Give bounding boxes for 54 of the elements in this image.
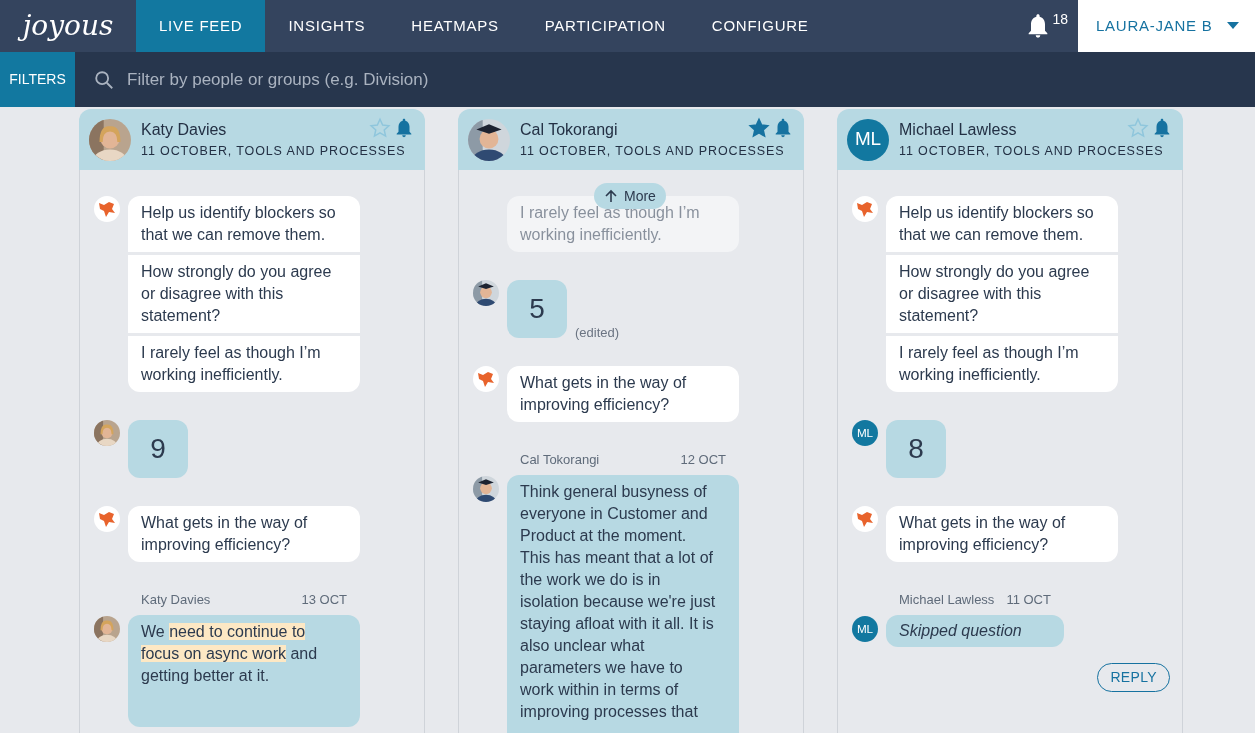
arrow-up-icon xyxy=(604,189,618,203)
avatar: ML xyxy=(847,118,889,161)
user-menu[interactable]: LAURA-JANE B xyxy=(1078,0,1255,52)
column-subtitle: 11 OCTOBER, TOOLS AND PROCESSES xyxy=(141,143,407,161)
message-date: 11 OCT xyxy=(1006,591,1051,609)
question-bubble: What gets in the way of improving efficiency? xyxy=(128,506,360,562)
column-subtitle: 11 OCTOBER, TOOLS AND PROCESSES xyxy=(520,143,786,161)
fox-icon xyxy=(852,506,878,532)
column-subtitle: 11 OCTOBER, TOOLS AND PROCESSES xyxy=(899,143,1165,161)
person-name: Cal Tokorangi xyxy=(520,120,618,141)
star-icon[interactable] xyxy=(748,117,770,140)
filters-button[interactable]: FILTERS xyxy=(0,52,75,107)
question-bubble: What gets in the way of improving efficiency? xyxy=(507,366,739,422)
fox-icon xyxy=(852,196,878,222)
notification-count: 18 xyxy=(1052,9,1068,29)
caret-icon xyxy=(1227,22,1239,30)
score-bubble: 5 xyxy=(507,280,567,338)
message-date: 13 OCT xyxy=(301,591,347,609)
question-bubble: How strongly do you agree or disagree with this statement? xyxy=(886,255,1118,333)
question-bubble: What gets in the way of improving efficiency? xyxy=(886,506,1118,562)
edited-note: (edited) xyxy=(575,323,620,342)
avatar: ML xyxy=(852,616,878,642)
score-bubble: 9 xyxy=(128,420,188,478)
question-bubble: I rarely feel as though I’m working inefficiently. xyxy=(886,336,1118,392)
question-bubble: I rarely feel as though I’m working inefficiently. xyxy=(128,336,360,392)
nav-tab[interactable]: PARTICIPATION xyxy=(521,0,689,52)
fox-icon xyxy=(94,196,120,222)
star-icon[interactable] xyxy=(1127,117,1149,140)
person-name: Michael Lawless xyxy=(899,120,1017,141)
avatar: ML xyxy=(852,420,878,446)
nav-tab[interactable]: CONFIGURE xyxy=(688,0,832,52)
logo[interactable]: joyous xyxy=(0,0,136,52)
person-name: Katy Davies xyxy=(141,120,227,141)
question-bubble: Help us identify blockers so that we can remove them. xyxy=(128,196,360,252)
nav-tab[interactable]: LIVE FEED xyxy=(136,0,266,52)
author-name: Katy Davies xyxy=(141,591,211,609)
answer-bubble: We need to continue to focus on async work and getting better at it. xyxy=(128,614,360,727)
fox-icon xyxy=(94,506,120,532)
nav-tab[interactable]: HEATMAPS xyxy=(388,0,522,52)
search-icon xyxy=(93,68,115,91)
question-bubble: How strongly do you agree or disagree with this statement? xyxy=(128,255,360,333)
author-name: Michael Lawless xyxy=(899,591,995,609)
star-icon[interactable] xyxy=(369,117,391,140)
search-field[interactable]: Filter by people or groups (e.g. Division) xyxy=(127,66,727,93)
nav-tab[interactable]: INSIGHTS xyxy=(265,0,389,52)
message-date: 12 OCT xyxy=(680,451,726,469)
fox-icon xyxy=(473,366,499,392)
answer-bubble: Think general busyness of everyone in Customer and Product at the moment. This has meant that a lot of the work we do is in isolation because we're just staying afloat with it all. It is also unclear what parameters we have to work within in terms of improving processes that xyxy=(507,474,739,733)
more-button[interactable]: More xyxy=(594,183,666,209)
score-bubble: 8 xyxy=(886,420,946,478)
answer-bubble: Skipped question xyxy=(886,614,1064,647)
question-bubble: Help us identify blockers so that we can remove them. xyxy=(886,196,1118,252)
notifications-button[interactable]: 18 xyxy=(1024,0,1078,52)
author-name: Cal Tokorangi xyxy=(520,451,600,469)
